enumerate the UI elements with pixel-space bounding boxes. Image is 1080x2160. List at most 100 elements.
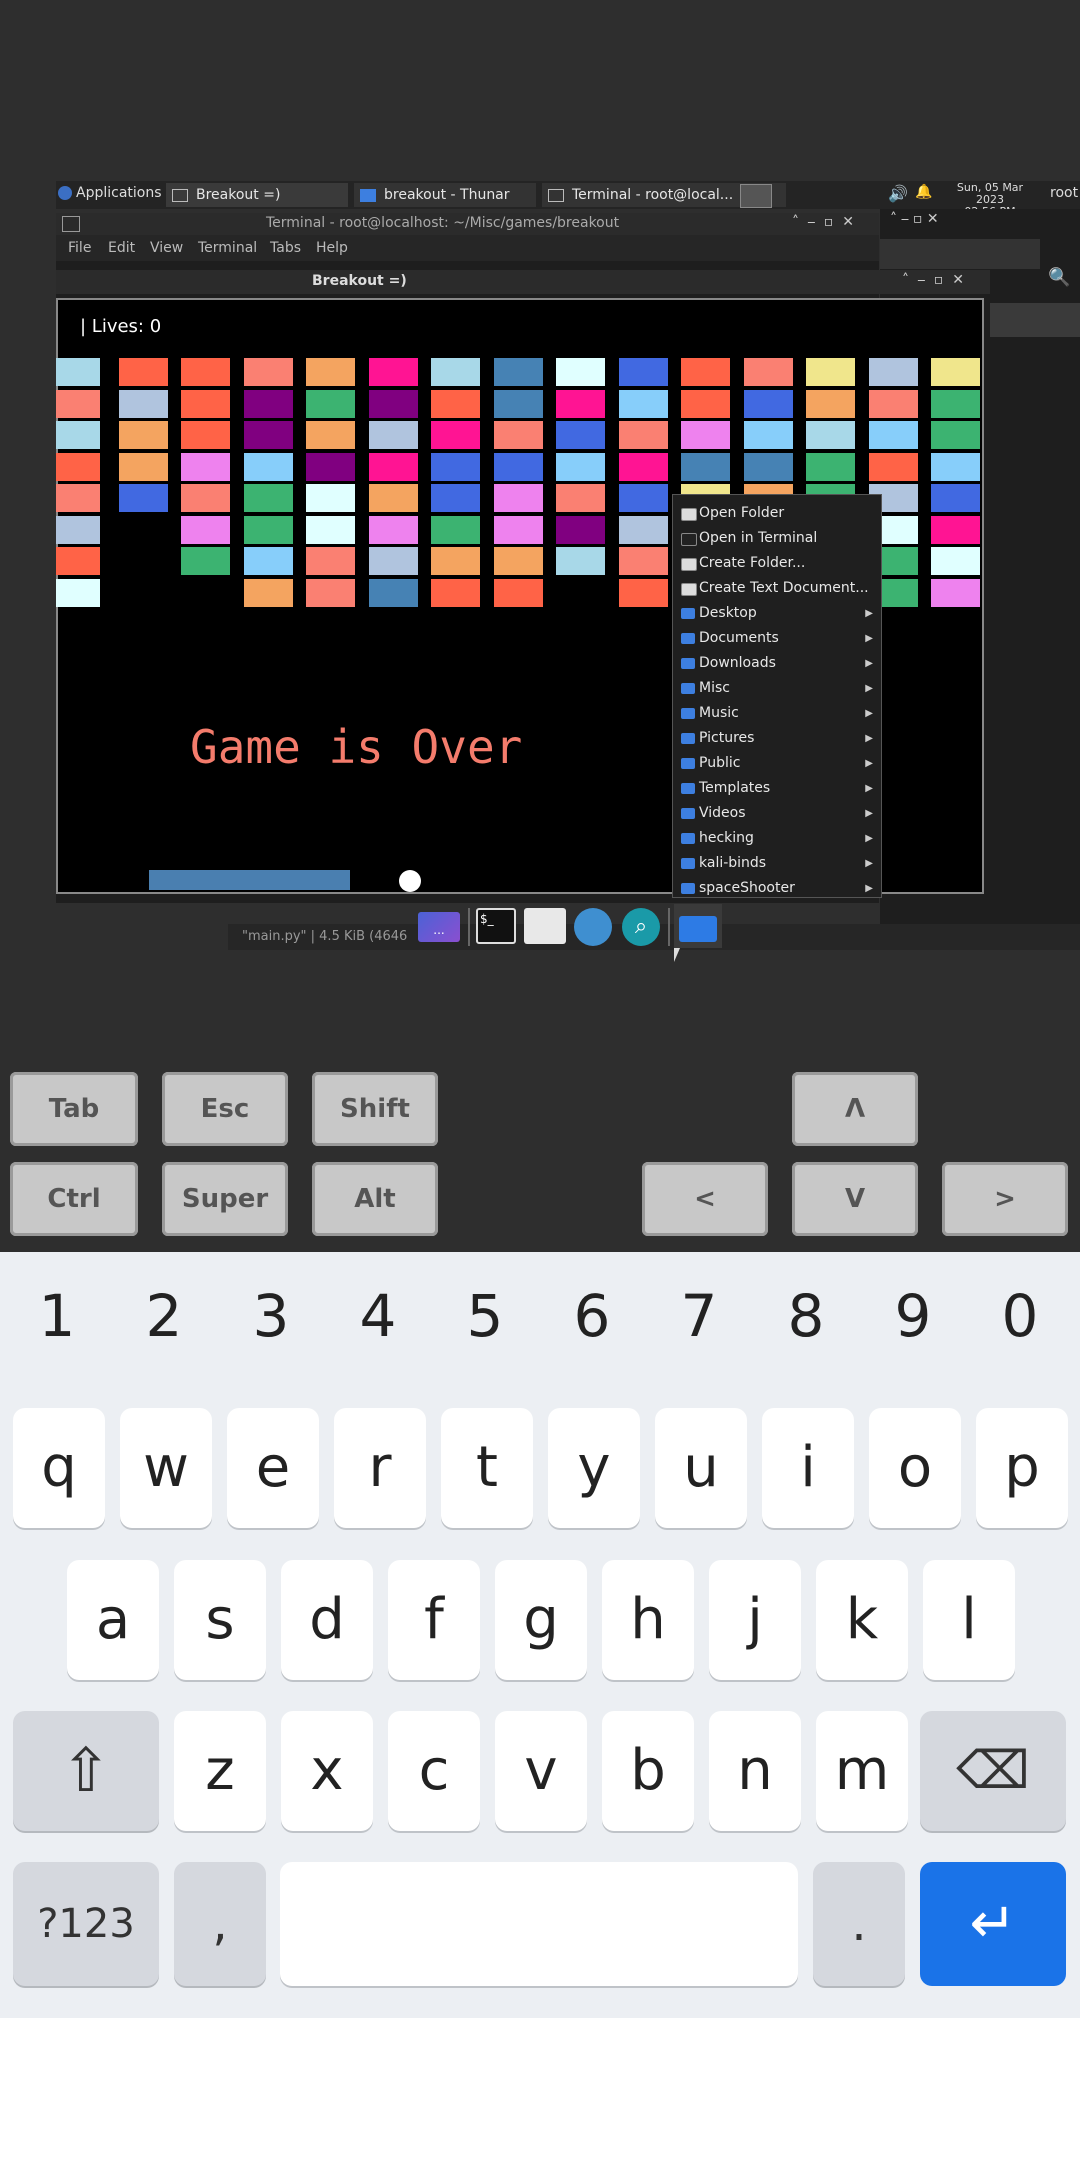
applications-menu[interactable]: Applications — [76, 185, 162, 201]
key-s[interactable]: s — [174, 1560, 266, 1680]
key-h[interactable]: h — [602, 1560, 694, 1680]
down-arrow-key[interactable]: V — [792, 1162, 918, 1236]
terminal-launcher-icon[interactable]: $_ — [476, 908, 516, 944]
menu-action-1[interactable]: Open in Terminal — [673, 526, 881, 551]
menu-action-2[interactable]: Create Folder... — [673, 551, 881, 576]
number-key[interactable]: 3 — [241, 1282, 301, 1350]
menu-view[interactable]: View — [150, 239, 183, 257]
menu-folder-11[interactable]: spaceShooter ▶ — [673, 876, 881, 901]
key-k[interactable]: k — [816, 1560, 908, 1680]
key-t[interactable]: t — [441, 1408, 533, 1528]
user-menu[interactable]: root — [1050, 185, 1078, 201]
terminal-window-controls[interactable]: ˄ ⎯ ▫ ✕ — [792, 214, 854, 230]
show-desktop-icon[interactable]: ... — [418, 912, 460, 942]
app-finder-icon[interactable]: ⌕ — [622, 908, 660, 946]
key-u[interactable]: u — [655, 1408, 747, 1528]
key-l[interactable]: l — [923, 1560, 1015, 1680]
key-r[interactable]: r — [334, 1408, 426, 1528]
task-breakout[interactable]: Breakout =) — [166, 183, 348, 207]
brick — [118, 389, 168, 418]
key-y[interactable]: y — [548, 1408, 640, 1528]
volume-icon[interactable]: 🔊 — [888, 184, 908, 203]
space-key[interactable] — [280, 1862, 798, 1986]
key-z[interactable]: z — [174, 1711, 266, 1831]
key-g[interactable]: g — [495, 1560, 587, 1680]
web-browser-icon[interactable] — [574, 908, 612, 946]
up-arrow-key[interactable]: Λ — [792, 1072, 918, 1146]
brick — [368, 452, 418, 481]
left-arrow-key[interactable]: < — [642, 1162, 768, 1236]
menu-action-0[interactable]: Open Folder — [673, 501, 881, 526]
key-v[interactable]: v — [495, 1711, 587, 1831]
key-f[interactable]: f — [388, 1560, 480, 1680]
menu-folder-9[interactable]: hecking ▶ — [673, 826, 881, 851]
key-n[interactable]: n — [709, 1711, 801, 1831]
period-key[interactable]: . — [813, 1862, 905, 1986]
menu-folder-2[interactable]: Downloads ▶ — [673, 651, 881, 676]
key-b[interactable]: b — [602, 1711, 694, 1831]
esc-key[interactable]: Esc — [162, 1072, 288, 1146]
key-p[interactable]: p — [976, 1408, 1068, 1528]
menu-folder-0[interactable]: Desktop ▶ — [673, 601, 881, 626]
key-e[interactable]: e — [227, 1408, 319, 1528]
number-key[interactable]: 7 — [669, 1282, 729, 1350]
breakout-titlebar[interactable]: Breakout =) ˄ ⎯ ▫ ✕ — [56, 270, 990, 294]
number-key[interactable]: 6 — [562, 1282, 622, 1350]
number-key[interactable]: 2 — [134, 1282, 194, 1350]
brick — [306, 421, 355, 449]
thunar-window-controls[interactable]: ˄ ⎯ ▫ ✕ — [890, 211, 939, 227]
symbols-key[interactable]: ?123 — [13, 1862, 159, 1986]
super-key[interactable]: Super — [162, 1162, 288, 1236]
task-thunar[interactable]: breakout - Thunar — [354, 183, 536, 207]
key-a[interactable]: a — [67, 1560, 159, 1680]
key-q[interactable]: q — [13, 1408, 105, 1528]
applications-icon[interactable] — [58, 186, 72, 200]
key-o[interactable]: o — [869, 1408, 961, 1528]
menu-folder-3[interactable]: Misc ▶ — [673, 676, 881, 701]
menu-tabs[interactable]: Tabs — [270, 239, 301, 257]
home-folder-launcher[interactable] — [674, 904, 722, 948]
menu-file[interactable]: File — [68, 239, 91, 257]
comma-key[interactable]: , — [174, 1862, 266, 1986]
menu-folder-10[interactable]: kali-binds ▶ — [673, 851, 881, 876]
backspace-key[interactable]: ⌫ — [920, 1711, 1066, 1831]
thunar-location-bar[interactable] — [880, 239, 1040, 269]
menu-folder-4[interactable]: Music ▶ — [673, 701, 881, 726]
key-d[interactable]: d — [281, 1560, 373, 1680]
terminal-titlebar[interactable]: Terminal - root@localhost: ~/Misc/games/… — [56, 213, 879, 235]
brick — [681, 452, 730, 481]
number-key[interactable]: 0 — [990, 1282, 1050, 1350]
ctrl-key[interactable]: Ctrl — [10, 1162, 138, 1236]
key-m[interactable]: m — [816, 1711, 908, 1831]
menu-action-3[interactable]: Create Text Document... — [673, 576, 881, 601]
key-i[interactable]: i — [762, 1408, 854, 1528]
key-x[interactable]: x — [281, 1711, 373, 1831]
menu-folder-7[interactable]: Templates ▶ — [673, 776, 881, 801]
number-key[interactable]: 4 — [348, 1282, 408, 1350]
key-c[interactable]: c — [388, 1711, 480, 1831]
shift-key[interactable]: Shift — [312, 1072, 438, 1146]
menu-folder-1[interactable]: Documents ▶ — [673, 626, 881, 651]
menu-folder-6[interactable]: Public ▶ — [673, 751, 881, 776]
workspace-switcher[interactable] — [740, 184, 772, 208]
key-w[interactable]: w — [120, 1408, 212, 1528]
menu-folder-5[interactable]: Pictures ▶ — [673, 726, 881, 751]
menu-folder-8[interactable]: Videos ▶ — [673, 801, 881, 826]
shift-key[interactable]: ⇧ — [13, 1711, 159, 1831]
breakout-window-controls[interactable]: ˄ ⎯ ▫ ✕ — [902, 272, 964, 288]
alt-key[interactable]: Alt — [312, 1162, 438, 1236]
menu-terminal[interactable]: Terminal — [198, 239, 257, 257]
enter-key[interactable]: ↵ — [920, 1862, 1066, 1986]
right-arrow-key[interactable]: > — [942, 1162, 1068, 1236]
number-key[interactable]: 5 — [455, 1282, 515, 1350]
file-manager-launcher-icon[interactable] — [524, 908, 566, 944]
menu-edit[interactable]: Edit — [108, 239, 135, 257]
search-icon[interactable]: 🔍 — [1048, 267, 1070, 288]
number-key[interactable]: 9 — [883, 1282, 943, 1350]
notification-icon[interactable]: 🔔 — [915, 184, 932, 200]
menu-help[interactable]: Help — [316, 239, 348, 257]
tab-key[interactable]: Tab — [10, 1072, 138, 1146]
number-key[interactable]: 1 — [27, 1282, 87, 1350]
number-key[interactable]: 8 — [776, 1282, 836, 1350]
key-j[interactable]: j — [709, 1560, 801, 1680]
